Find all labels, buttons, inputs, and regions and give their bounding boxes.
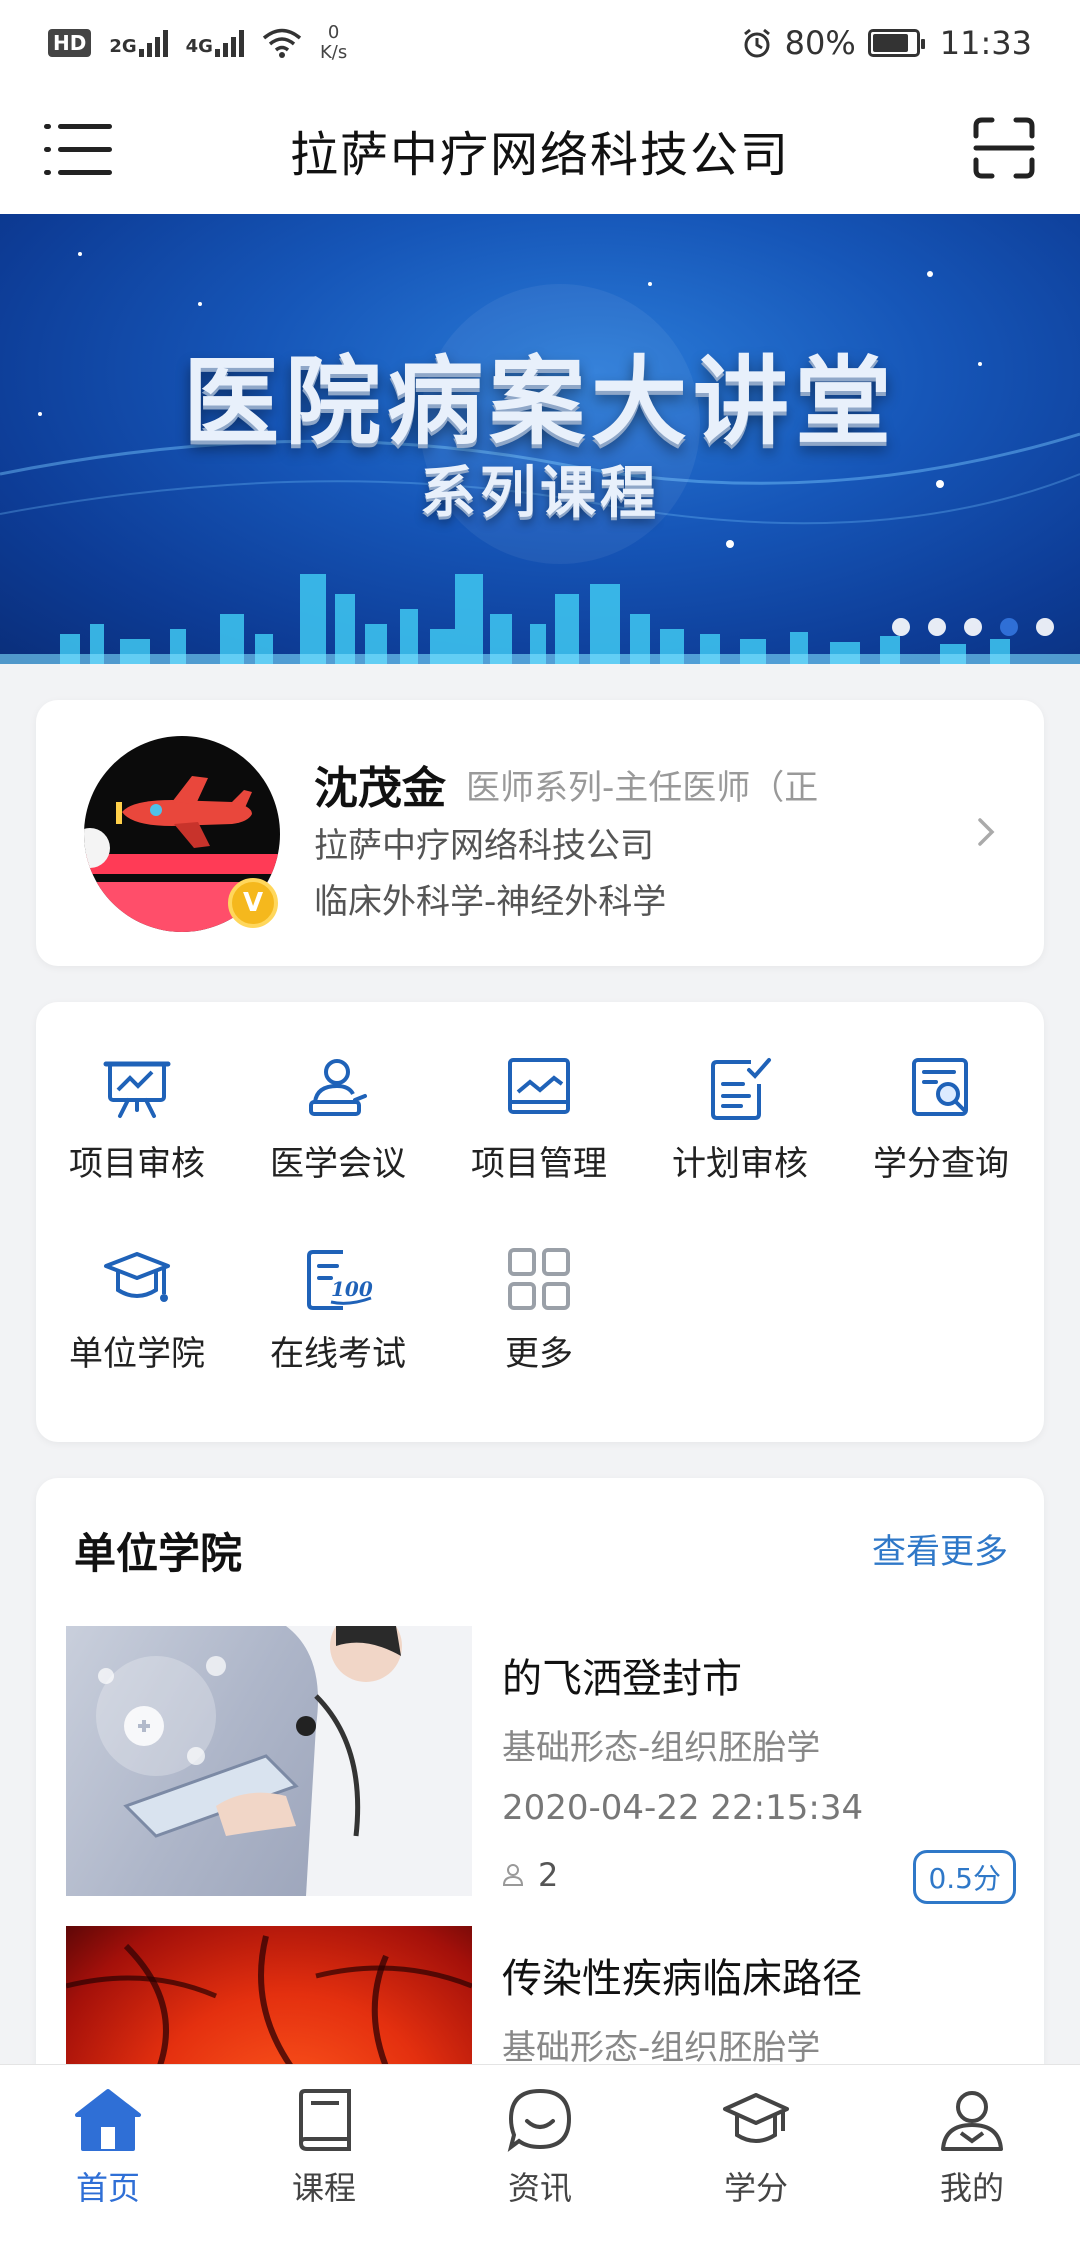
status-left: HD 2G 4G 0 K/s <box>48 23 347 63</box>
profile-department: 临床外科学-神经外科学 <box>314 882 667 922</box>
sim2-label: 4G <box>185 36 213 57</box>
wifi-icon <box>262 28 302 58</box>
menu-item-label: 医学会议 <box>270 1144 406 1184</box>
bottom-tab-bar: 首页 课程 资讯 学分 我的 <box>0 2064 1080 2244</box>
course-category: 基础形态-组织胚胎学 <box>502 2028 821 2068</box>
profile-name: 沈茂金 <box>314 763 446 814</box>
tab-news[interactable]: 资讯 <box>432 2065 648 2244</box>
monitor-chart-icon <box>508 1058 570 1114</box>
section-title: 单位学院 <box>69 1520 243 1581</box>
menu-item-label: 项目审核 <box>69 1144 205 1184</box>
menu-item-label: 计划审核 <box>672 1144 808 1184</box>
user-icon <box>941 2091 1003 2151</box>
menu-item-online-exam[interactable]: 100 在线考试 <box>238 1244 438 1404</box>
clock: 11:33 <box>939 24 1032 62</box>
presentation-icon <box>103 1061 171 1118</box>
city-skyline <box>0 574 1080 664</box>
verified-badge-icon: V <box>228 878 278 928</box>
menu-icon[interactable] <box>44 120 112 180</box>
checklist-icon <box>711 1058 771 1120</box>
hd-badge: HD <box>48 29 92 57</box>
menu-item-label: 项目管理 <box>471 1144 607 1184</box>
credit-badge: 0.5分 <box>913 1850 1016 1904</box>
participant-count: 2 <box>538 1856 559 1894</box>
menu-item-medical-conference[interactable]: 医学会议 <box>238 1054 438 1214</box>
speed-unit: K/s <box>319 42 348 63</box>
graduation-cap-icon <box>723 2093 789 2143</box>
person-icon <box>502 1864 524 1886</box>
menu-item-label: 学分查询 <box>873 1144 1009 1184</box>
alarm-icon <box>743 28 770 58</box>
profile-title: 医师系列-主任医师（正 <box>466 768 819 808</box>
course-item[interactable]: 的飞洒登封市 基础形态-组织胚胎学 2020-04-22 22:15:34 2 … <box>66 1626 1016 1904</box>
tab-label: 我的 <box>939 2169 1004 2207</box>
tab-home[interactable]: 首页 <box>0 2065 216 2244</box>
quick-menu-card: 项目审核 医学会议 项目管理 计划审核 学分查询 单位学院 100 在线考试 更… <box>36 1002 1044 1442</box>
course-time: 2020-04-22 22:15:34 <box>502 1788 864 1828</box>
search-document-icon <box>912 1058 968 1116</box>
signal-sim1-icon: 2G <box>109 29 168 57</box>
tab-mine[interactable]: 我的 <box>864 2065 1080 2244</box>
scan-icon[interactable] <box>972 116 1036 180</box>
profile-company: 拉萨中疗网络科技公司 <box>314 826 654 866</box>
battery-percent: 80% <box>784 24 856 62</box>
exam-score-icon: 100 <box>307 1250 373 1310</box>
svg-text:100: 100 <box>331 1277 373 1301</box>
menu-item-project-management[interactable]: 项目管理 <box>439 1054 639 1214</box>
menu-item-label: 更多 <box>505 1334 573 1374</box>
sim1-label: 2G <box>109 36 137 57</box>
app-header: 拉萨中疗网络科技公司 <box>0 86 1080 214</box>
graduation-cap-icon <box>104 1252 170 1302</box>
status-bar: HD 2G 4G 0 K/s 80% 11:33 <box>0 0 1080 86</box>
menu-item-label: 在线考试 <box>270 1334 406 1374</box>
airplane-icon <box>116 776 252 848</box>
tab-label: 学分 <box>723 2169 788 2207</box>
banner-carousel[interactable]: 医院病案大讲堂 系列课程 <box>0 214 1080 664</box>
tab-credits[interactable]: 学分 <box>648 2065 864 2244</box>
menu-item-plan-review[interactable]: 计划审核 <box>640 1054 840 1214</box>
menu-item-project-review[interactable]: 项目审核 <box>37 1054 237 1214</box>
course-participants: 2 <box>502 1856 558 1894</box>
menu-item-credit-query[interactable]: 学分查询 <box>841 1054 1041 1214</box>
course-category: 基础形态-组织胚胎学 <box>502 1728 821 1768</box>
banner-subtitle: 系列课程 <box>420 461 660 526</box>
course-title: 传染性疾病临床路径 <box>502 1956 862 2002</box>
home-icon <box>75 2089 141 2151</box>
menu-item-more[interactable]: 更多 <box>439 1244 639 1404</box>
course-title: 的飞洒登封市 <box>502 1656 742 1702</box>
carousel-dot[interactable] <box>928 618 946 636</box>
signal-sim2-icon: 4G <box>186 29 244 57</box>
carousel-dot-active[interactable] <box>1000 618 1018 636</box>
tab-label: 首页 <box>75 2169 140 2207</box>
tab-label: 资讯 <box>507 2169 572 2207</box>
carousel-dot[interactable] <box>1036 618 1054 636</box>
banner-title: 医院病案大讲堂 <box>183 346 897 458</box>
speed-value: 0 <box>327 22 340 43</box>
book-icon <box>299 2089 351 2151</box>
menu-item-unit-academy[interactable]: 单位学院 <box>37 1244 237 1404</box>
status-right: 80% 11:33 <box>741 24 1032 62</box>
network-speed: 0 K/s <box>320 23 347 63</box>
battery-icon <box>867 29 925 57</box>
carousel-dots <box>892 618 1054 636</box>
page-title: 拉萨中疗网络科技公司 <box>289 127 790 183</box>
chevron-right-icon <box>978 818 995 846</box>
view-more-link[interactable]: 查看更多 <box>872 1524 1008 1573</box>
chat-icon <box>507 2088 572 2152</box>
carousel-dot[interactable] <box>964 618 982 636</box>
tab-label: 课程 <box>291 2169 356 2207</box>
menu-item-label: 单位学院 <box>69 1334 205 1374</box>
conference-icon <box>309 1059 367 1116</box>
grid-icon <box>508 1248 570 1310</box>
carousel-dot[interactable] <box>892 618 910 636</box>
tab-courses[interactable]: 课程 <box>216 2065 432 2244</box>
course-thumbnail <box>66 1626 472 1896</box>
profile-card[interactable]: V 沈茂金 医师系列-主任医师（正 拉萨中疗网络科技公司 临床外科学-神经外科学 <box>36 700 1044 966</box>
